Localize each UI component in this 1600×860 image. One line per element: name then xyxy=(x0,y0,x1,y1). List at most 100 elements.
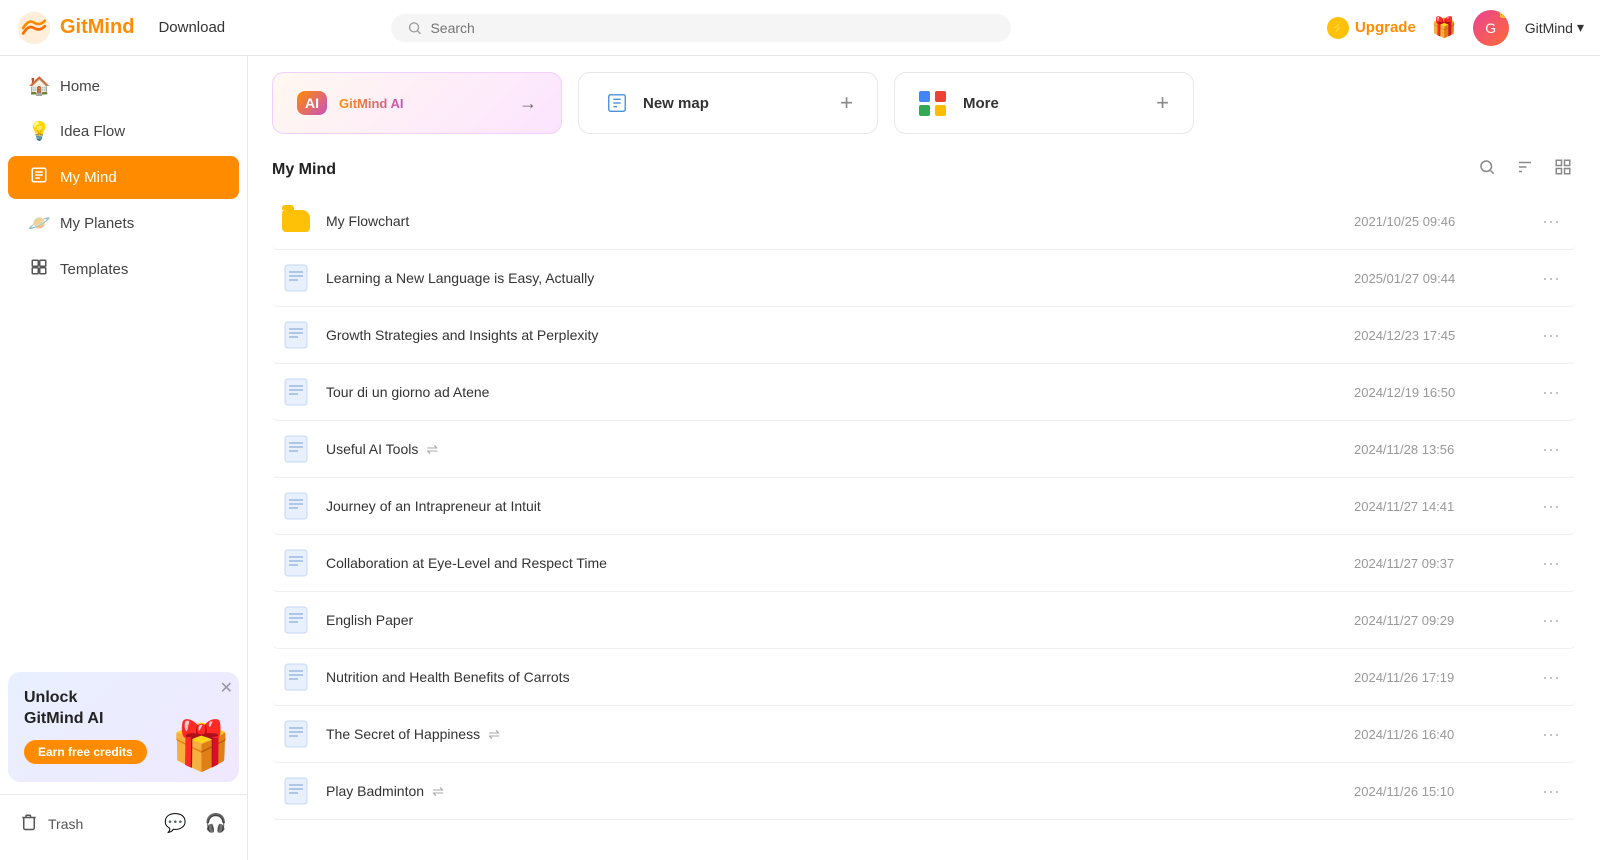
file-more-button[interactable]: ··· xyxy=(1534,549,1568,578)
download-link[interactable]: Download xyxy=(158,19,225,36)
file-date: 2024/12/19 16:50 xyxy=(1354,385,1534,400)
file-date: 2024/11/26 15:10 xyxy=(1354,784,1534,799)
header-right: ⚡ Upgrade 🎁 G 👑 GitMind ▾ xyxy=(1327,10,1584,46)
file-more-button[interactable]: ··· xyxy=(1534,720,1568,749)
file-name: Play Badminton ⇌ xyxy=(326,783,1354,800)
chevron-down-icon: ▾ xyxy=(1577,19,1584,36)
new-map-plus: + xyxy=(840,90,853,116)
gift-icon[interactable]: 🎁 xyxy=(1432,15,1457,40)
file-item[interactable]: Growth Strategies and Insights at Perple… xyxy=(272,307,1576,364)
file-date: 2024/11/27 09:37 xyxy=(1354,556,1534,571)
view-toggle-button[interactable] xyxy=(1550,154,1576,185)
app-header: GitMind Download ⚡ Upgrade 🎁 G 👑 GitMind… xyxy=(0,0,1600,56)
upgrade-label: Upgrade xyxy=(1355,19,1416,36)
search-files-button[interactable] xyxy=(1474,154,1500,185)
doc-icon xyxy=(280,718,312,750)
doc-icon xyxy=(280,775,312,807)
file-item[interactable]: Nutrition and Health Benefits of Carrots… xyxy=(272,649,1576,706)
section-header: My Mind xyxy=(272,154,1576,185)
share-icon: ⇌ xyxy=(488,726,500,743)
file-date: 2024/11/27 09:29 xyxy=(1354,613,1534,628)
file-more-button[interactable]: ··· xyxy=(1534,435,1568,464)
search-input[interactable] xyxy=(430,20,995,36)
file-date: 2024/11/27 14:41 xyxy=(1354,499,1534,514)
upgrade-button[interactable]: ⚡ Upgrade xyxy=(1327,17,1416,39)
file-more-button[interactable]: ··· xyxy=(1534,492,1568,521)
file-date: 2024/11/28 13:56 xyxy=(1354,442,1534,457)
more-card[interactable]: More + xyxy=(894,72,1194,134)
file-list: My Flowchart 2021/10/25 09:46 ··· Learni… xyxy=(272,193,1576,844)
sidebar: 🏠 Home 💡 Idea Flow My Mind 🪐 My Planets xyxy=(0,56,248,860)
sort-button[interactable] xyxy=(1512,154,1538,185)
home-icon: 🏠 xyxy=(28,76,50,97)
file-name: My Flowchart xyxy=(326,213,1354,229)
templates-icon xyxy=(28,258,50,281)
idea-flow-icon: 💡 xyxy=(28,121,50,142)
my-mind-icon xyxy=(28,166,50,189)
logo[interactable]: GitMind xyxy=(16,10,134,46)
file-name: Nutrition and Health Benefits of Carrots xyxy=(326,669,1354,685)
chat-icon[interactable]: 💬 xyxy=(164,813,186,834)
help-icon[interactable]: 🎧 xyxy=(205,813,227,834)
upgrade-icon: ⚡ xyxy=(1327,17,1349,39)
sidebar-item-templates[interactable]: Templates xyxy=(8,248,239,291)
folder-icon xyxy=(280,205,312,237)
sidebar-bottom: Trash 💬 🎧 xyxy=(0,794,247,852)
file-date: 2024/11/26 16:40 xyxy=(1354,727,1534,742)
file-item[interactable]: My Flowchart 2021/10/25 09:46 ··· xyxy=(272,193,1576,250)
sidebar-label-templates: Templates xyxy=(60,261,128,278)
share-icon: ⇌ xyxy=(426,441,438,458)
avatar-crown: 👑 xyxy=(1498,10,1508,19)
doc-icon xyxy=(280,262,312,294)
sidebar-label-idea-flow: Idea Flow xyxy=(60,123,125,140)
trash-icon xyxy=(20,813,38,834)
file-item[interactable]: Tour di un giorno ad Atene 2024/12/19 16… xyxy=(272,364,1576,421)
file-item[interactable]: Learning a New Language is Easy, Actuall… xyxy=(272,250,1576,307)
file-date: 2021/10/25 09:46 xyxy=(1354,214,1534,229)
new-map-card[interactable]: New map + xyxy=(578,72,878,134)
user-menu[interactable]: GitMind ▾ xyxy=(1525,19,1584,36)
sidebar-label-my-mind: My Mind xyxy=(60,169,117,186)
doc-icon xyxy=(280,547,312,579)
gitmind-ai-card[interactable]: AI GitMind AI → xyxy=(272,72,562,134)
search-container xyxy=(391,14,1011,42)
trash-label: Trash xyxy=(48,816,83,832)
file-more-button[interactable]: ··· xyxy=(1534,321,1568,350)
promo-banner[interactable]: ✕ Unlock GitMind AI Earn free credits 🎁 xyxy=(8,672,239,782)
sidebar-item-my-mind[interactable]: My Mind xyxy=(8,156,239,199)
doc-icon xyxy=(280,661,312,693)
doc-icon xyxy=(280,376,312,408)
file-more-button[interactable]: ··· xyxy=(1534,777,1568,806)
section-title: My Mind xyxy=(272,161,336,179)
file-more-button[interactable]: ··· xyxy=(1534,264,1568,293)
main-content: AI GitMind AI → New map + More + xyxy=(248,56,1600,860)
doc-icon xyxy=(280,604,312,636)
file-item[interactable]: Useful AI Tools ⇌ 2024/11/28 13:56 ··· xyxy=(272,421,1576,478)
ai-card-label: GitMind AI xyxy=(339,96,404,111)
promo-gift-icon: 🎁 xyxy=(171,717,231,774)
sidebar-item-trash[interactable]: Trash 💬 🎧 xyxy=(8,803,239,844)
file-item[interactable]: Play Badminton ⇌ 2024/11/26 15:10 ··· xyxy=(272,763,1576,820)
file-item[interactable]: Collaboration at Eye-Level and Respect T… xyxy=(272,535,1576,592)
file-more-button[interactable]: ··· xyxy=(1534,207,1568,236)
sidebar-label-my-planets: My Planets xyxy=(60,215,134,232)
avatar[interactable]: G 👑 xyxy=(1473,10,1509,46)
logo-icon xyxy=(16,10,52,46)
file-more-button[interactable]: ··· xyxy=(1534,378,1568,407)
sidebar-item-idea-flow[interactable]: 💡 Idea Flow xyxy=(8,111,239,152)
file-item[interactable]: English Paper 2024/11/27 09:29 ··· xyxy=(272,592,1576,649)
file-item[interactable]: The Secret of Happiness ⇌ 2024/11/26 16:… xyxy=(272,706,1576,763)
file-more-button[interactable]: ··· xyxy=(1534,663,1568,692)
ai-card-arrow: → xyxy=(519,93,537,114)
promo-close-icon[interactable]: ✕ xyxy=(220,678,233,698)
file-date: 2025/01/27 09:44 xyxy=(1354,271,1534,286)
file-name: Collaboration at Eye-Level and Respect T… xyxy=(326,555,1354,571)
file-more-button[interactable]: ··· xyxy=(1534,606,1568,635)
sidebar-item-home[interactable]: 🏠 Home xyxy=(8,66,239,107)
sidebar-item-my-planets[interactable]: 🪐 My Planets xyxy=(8,203,239,244)
file-date: 2024/11/26 17:19 xyxy=(1354,670,1534,685)
file-item[interactable]: Journey of an Intrapreneur at Intuit 202… xyxy=(272,478,1576,535)
file-name: Learning a New Language is Easy, Actuall… xyxy=(326,270,1354,286)
file-name: The Secret of Happiness ⇌ xyxy=(326,726,1354,743)
promo-earn-button[interactable]: Earn free credits xyxy=(24,740,147,764)
